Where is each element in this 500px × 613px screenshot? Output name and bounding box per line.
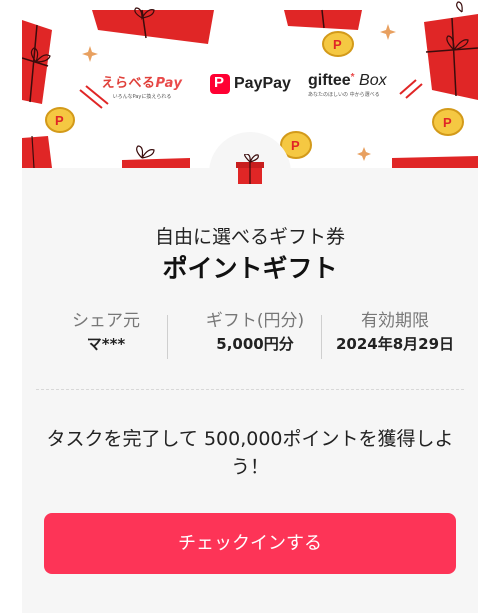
gift-info-row: シェア元 マ*** ギフト(円分) 5,000円分 有効期限 2024年8月29… [56,309,470,361]
info-value: マ*** [86,335,126,353]
present-bottom-left-icon [22,135,52,168]
coin-icon: P [432,108,464,136]
svg-text:P: P [443,115,452,130]
info-gift-amount: ギフト(円分) 5,000円分 [190,309,320,355]
coin-icon: P [322,31,354,57]
gift-box-icon [236,154,264,184]
paypay-mark-icon [210,74,230,94]
gift-subtitle: 自由に選べるギフト券 [154,226,345,248]
present-bottom-right-icon [392,156,478,168]
partner-logos: えらべるPay いろんなPayに換えられる PayPay giftee* Box… [22,70,478,104]
dashed-divider [36,389,464,390]
present-bottom-center-icon [122,145,190,168]
task-message: タスクを完了して 500,000ポイントを獲得しよう！ [46,428,454,478]
svg-text:P: P [291,138,300,153]
info-expiry: 有効期限 2024年8月29日 [320,309,470,355]
coin-icon: P [45,107,75,133]
info-label: 有効期限 [361,311,429,331]
svg-text:P: P [55,113,64,128]
gift-title: ポイントギフト [162,254,338,283]
info-value: 5,000円分 [216,335,294,353]
paypay-logo: PayPay [210,74,291,94]
info-value: 2024年8月29日 [335,335,455,353]
giftee-box-logo: giftee* Box あなたのほしいの 中から選べる [308,72,387,98]
erabe-pay-logo: えらべるPay いろんなPayに換えられる [101,76,183,100]
check-in-button[interactable]: チェックインする [44,513,456,574]
svg-text:P: P [333,37,342,52]
gift-card: P P P P えらべるPay いろんなPayに換えられる P PayPay g… [22,0,478,613]
present-top-center-icon [92,7,214,44]
divider [167,315,168,359]
info-label: ギフト(円分) [205,311,305,331]
present-top-right-band-icon [284,9,362,30]
info-label: シェア元 [72,311,140,331]
info-sharer: シェア元 マ*** [56,309,156,355]
